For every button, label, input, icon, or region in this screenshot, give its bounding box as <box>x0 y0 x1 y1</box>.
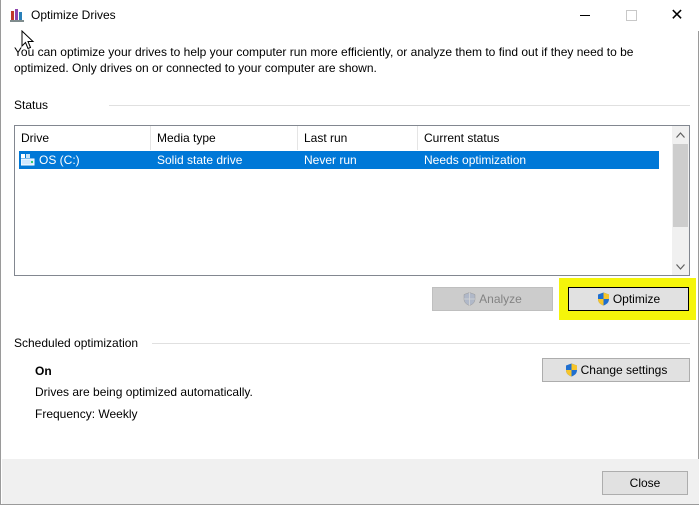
schedule-description: Drives are being optimized automatically… <box>35 385 253 399</box>
close-window-button[interactable]: ✕ <box>654 0 700 31</box>
minimize-icon <box>580 15 590 16</box>
scheduled-divider <box>152 343 690 344</box>
column-header-last-run[interactable]: Last run <box>298 126 418 150</box>
uac-shield-icon <box>463 292 476 306</box>
analyze-button[interactable]: Analyze <box>432 287 553 311</box>
maximize-icon <box>625 10 637 21</box>
cell-current-status: Needs optimization <box>424 153 527 167</box>
minimize-button[interactable] <box>562 0 608 31</box>
table-row[interactable]: OS (C:) Solid state drive Never run Need… <box>19 151 659 169</box>
schedule-state: On <box>35 364 52 378</box>
scroll-down-icon[interactable] <box>672 258 689 275</box>
column-header-current-status[interactable]: Current status <box>418 126 659 150</box>
drives-list[interactable]: Drive Media type Last run Current status… <box>14 125 690 276</box>
vertical-scrollbar[interactable] <box>672 126 689 275</box>
mouse-pointer-icon <box>21 30 35 50</box>
status-group-label: Status <box>14 98 49 112</box>
scroll-thumb[interactable] <box>673 144 688 227</box>
close-label: Close <box>629 476 661 490</box>
uac-shield-icon <box>565 363 577 377</box>
status-divider <box>109 105 690 106</box>
defrag-app-icon <box>10 9 24 22</box>
scheduled-group-label: Scheduled optimization <box>14 336 139 350</box>
window-title: Optimize Drives <box>31 8 116 22</box>
column-header-drive[interactable]: Drive <box>15 126 151 150</box>
dialog-footer <box>2 459 699 504</box>
cell-drive: OS (C:) <box>39 153 80 167</box>
analyze-label: Analyze <box>479 292 522 306</box>
optimize-label: Optimize <box>612 292 661 306</box>
optimize-button[interactable]: Optimize <box>568 287 689 311</box>
close-button[interactable]: Close <box>602 471 688 495</box>
close-icon: ✕ <box>670 6 684 24</box>
drives-list-header: Drive Media type Last run Current status <box>15 126 659 150</box>
scroll-up-icon[interactable] <box>672 126 689 143</box>
title-bar[interactable]: Optimize Drives ✕ <box>1 0 700 31</box>
change-settings-button[interactable]: Change settings <box>542 358 690 382</box>
column-header-media-type[interactable]: Media type <box>151 126 298 150</box>
cell-media-type: Solid state drive <box>157 153 243 167</box>
schedule-frequency: Frequency: Weekly <box>35 407 138 421</box>
description-text: You can optimize your drives to help you… <box>14 45 634 75</box>
optimize-drives-window: Optimize Drives ✕ You can optimize your … <box>0 0 700 505</box>
cell-last-run: Never run <box>304 153 357 167</box>
drive-icon <box>21 154 35 166</box>
uac-shield-icon <box>597 292 609 306</box>
change-settings-label: Change settings <box>580 363 668 377</box>
maximize-button[interactable] <box>608 0 654 31</box>
